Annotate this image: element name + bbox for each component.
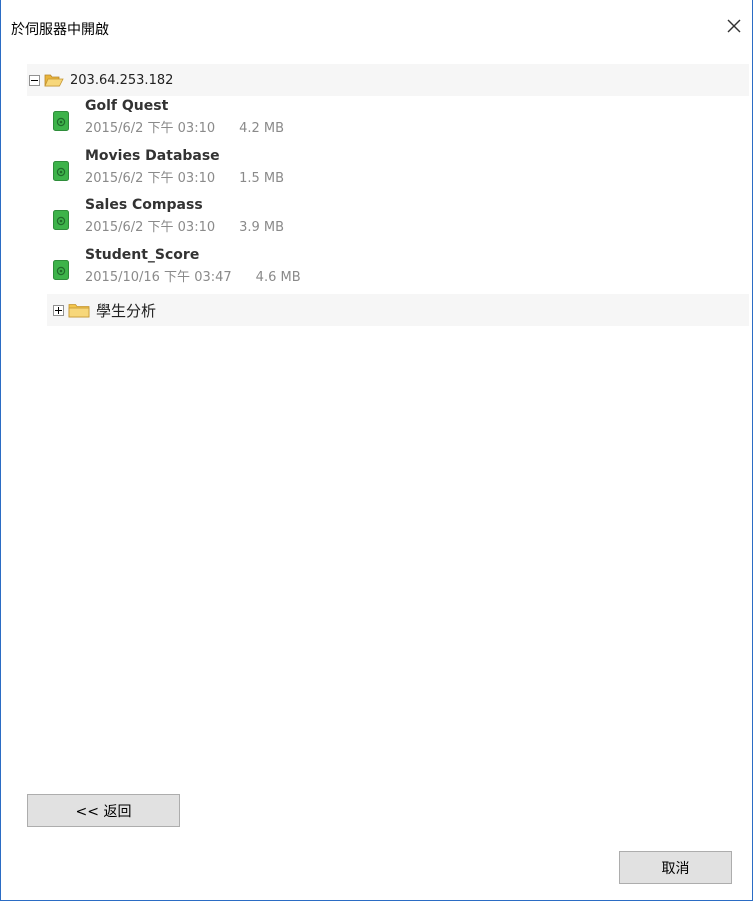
file-item[interactable]: Golf Quest 2015/6/2 下午 03:10 4.2 MB bbox=[53, 96, 749, 146]
file-meta: 2015/6/2 下午 03:10 4.2 MB bbox=[85, 117, 284, 136]
file-name: Golf Quest bbox=[85, 98, 169, 114]
file-size: 1.5 MB bbox=[239, 170, 285, 186]
workbook-icon bbox=[53, 160, 69, 181]
file-size: 4.6 MB bbox=[255, 269, 301, 285]
file-date: 2015/6/2 下午 03:10 bbox=[85, 170, 216, 186]
file-item[interactable]: Sales Compass 2015/6/2 下午 03:10 3.9 MB bbox=[53, 195, 749, 245]
close-icon[interactable] bbox=[722, 14, 746, 38]
collapse-toggle-icon[interactable] bbox=[29, 74, 40, 86]
file-meta: 2015/6/2 下午 03:10 1.5 MB bbox=[85, 167, 284, 186]
cancel-button[interactable]: 取消 bbox=[619, 851, 732, 884]
tree-subfolder-node[interactable]: 學生分析 bbox=[47, 294, 749, 326]
back-button[interactable]: << 返回 bbox=[27, 794, 180, 827]
tree-root-label: 203.64.253.182 bbox=[70, 72, 174, 88]
file-size: 4.2 MB bbox=[239, 121, 285, 136]
file-size: 3.9 MB bbox=[239, 220, 285, 235]
tree-root-node[interactable]: 203.64.253.182 bbox=[27, 64, 749, 96]
folder-closed-icon bbox=[68, 304, 90, 318]
tree-subfolder-label: 學生分析 bbox=[96, 301, 157, 320]
expand-toggle-icon[interactable] bbox=[53, 304, 64, 316]
file-name: Student_Score bbox=[85, 246, 200, 263]
folder-open-icon bbox=[44, 74, 64, 87]
open-from-server-dialog: 於伺服器中開啟 203.64.253.182 Golf Quest 2015/6… bbox=[0, 0, 753, 901]
workbook-icon bbox=[53, 210, 69, 230]
dialog-title: 於伺服器中開啟 bbox=[11, 22, 109, 38]
file-date: 2015/10/16 下午 03:47 bbox=[85, 269, 232, 285]
file-date: 2015/6/2 下午 03:10 bbox=[85, 121, 216, 136]
file-name: Movies Database bbox=[85, 147, 220, 164]
file-name: Sales Compass bbox=[85, 197, 203, 213]
workbook-icon bbox=[53, 111, 69, 131]
file-meta: 2015/6/2 下午 03:10 3.9 MB bbox=[85, 216, 284, 235]
file-date: 2015/6/2 下午 03:10 bbox=[85, 220, 216, 235]
file-item[interactable]: Student_Score 2015/10/16 下午 03:47 4.6 MB bbox=[53, 245, 749, 295]
file-meta: 2015/10/16 下午 03:47 4.6 MB bbox=[85, 266, 301, 285]
server-tree: 203.64.253.182 Golf Quest 2015/6/2 下午 03… bbox=[27, 64, 749, 326]
workbook-icon bbox=[53, 259, 69, 280]
file-item[interactable]: Movies Database 2015/6/2 下午 03:10 1.5 MB bbox=[53, 146, 749, 196]
